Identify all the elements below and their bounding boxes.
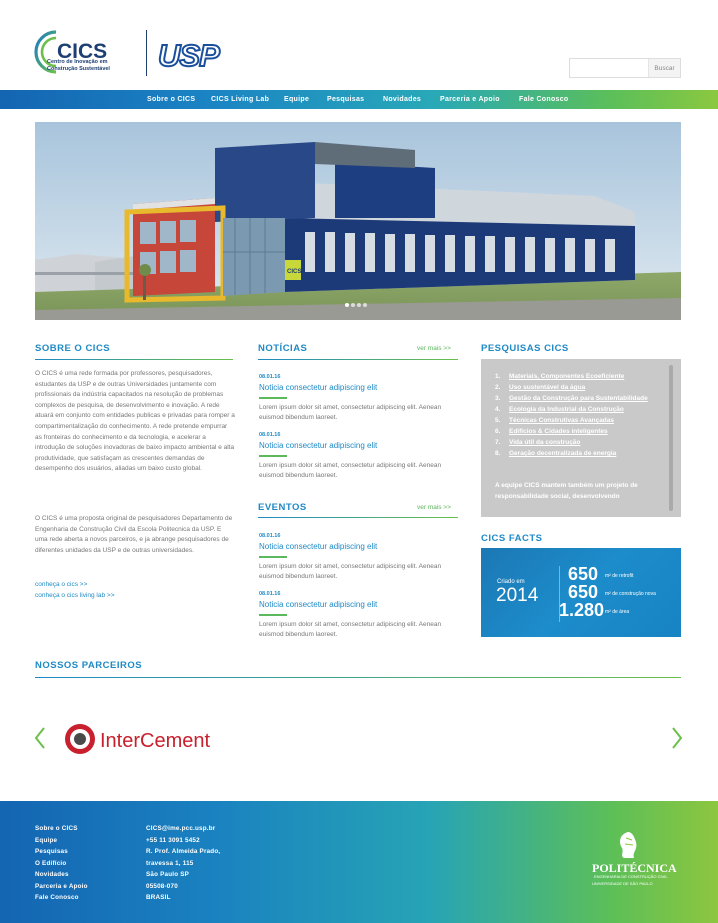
event-date: 08.01.16 bbox=[259, 533, 281, 539]
search-input[interactable] bbox=[570, 59, 648, 77]
footer-address-line: São Paulo SP bbox=[146, 871, 189, 878]
pesquisas-item[interactable]: 2. Uso sustentável da água bbox=[495, 382, 665, 393]
politecnica-logo[interactable]: POLITÉCNICA ENGENHARIA DE CONSTRUÇÃO CIV… bbox=[590, 830, 685, 886]
footer-email-link[interactable]: CICS@ime.pcc.usp.br bbox=[146, 823, 220, 835]
cics-facts-banner: Criado em 2014 650 m² de retrofit 650 m²… bbox=[481, 548, 681, 637]
facts-stat-label: m² de construção nova bbox=[605, 591, 656, 597]
chevron-right-icon[interactable] bbox=[670, 726, 684, 750]
footer-link[interactable]: Pesquisas bbox=[35, 846, 88, 858]
pesquisas-text: A equipe CICS mantem também um projeto d… bbox=[495, 482, 638, 500]
carousel-dot[interactable] bbox=[357, 303, 361, 307]
noticias-ver-mais-link[interactable]: ver mais >> bbox=[417, 345, 451, 352]
eventos-ver-mais-link[interactable]: ver mais >> bbox=[417, 504, 451, 511]
search-box: Buscar bbox=[569, 58, 681, 78]
news-date: 08.01.16 bbox=[259, 374, 281, 380]
pesquisas-item[interactable]: 6. Edifícios & Cidades inteligentes bbox=[495, 426, 665, 437]
conheca-living-lab-link[interactable]: conheça o cics living lab >> bbox=[35, 592, 115, 599]
footer-address-line: BRASIL bbox=[146, 894, 171, 901]
footer-link[interactable]: Novidades bbox=[35, 869, 88, 881]
site-header: CICS Centro de Inovação em Construção Su… bbox=[0, 0, 718, 90]
parceiros-title: NOSSOS PARCEIROS bbox=[35, 660, 143, 671]
pesquisas-box: 1. Materiais, Componentes Ecoeficiente 2.… bbox=[481, 359, 681, 517]
news-divider bbox=[259, 455, 287, 457]
pesquisas-item[interactable]: 5. Técnicas Construtivas Avançadas bbox=[495, 415, 665, 426]
partner-name: InterCement bbox=[100, 730, 210, 752]
news-title-link[interactable]: Noticia consectetur adipiscing elit bbox=[259, 441, 377, 450]
pesquisas-scrollbar[interactable] bbox=[669, 365, 673, 511]
nav-item-fale-conosco[interactable]: Fale Conosco bbox=[519, 90, 569, 109]
event-body: Lorem ipsum dolor sit amet, consectetur … bbox=[259, 563, 442, 580]
chevron-left-icon[interactable] bbox=[33, 726, 47, 750]
footer-contact: CICS@ime.pcc.usp.br +55 11 3091 5452 R. … bbox=[146, 823, 220, 904]
footer-phone: +55 11 3091 5452 bbox=[146, 836, 200, 844]
facts-created-year: 2014 bbox=[496, 585, 539, 606]
parceiros-rule bbox=[35, 677, 681, 678]
carousel-dot[interactable] bbox=[363, 303, 367, 307]
intercement-logo[interactable]: InterCement bbox=[63, 722, 213, 756]
sobre-rule bbox=[35, 359, 233, 360]
carousel-dots bbox=[345, 303, 371, 308]
pesquisas-item[interactable]: 4. Ecologia da Industrial da Construção bbox=[495, 404, 665, 415]
main-nav: Sobre o CICS CICS Living Lab Equipe Pesq… bbox=[0, 90, 718, 109]
footer-link[interactable]: Fale Conosco bbox=[35, 892, 88, 904]
hero-image: CICS bbox=[35, 122, 681, 320]
news-divider bbox=[259, 397, 287, 399]
event-title-link[interactable]: Noticia consectetur adipiscing elit bbox=[259, 542, 377, 551]
conheca-cics-link[interactable]: conheça o cics >> bbox=[35, 581, 87, 588]
logo-tagline: Centro de Inovação em Construção Sustent… bbox=[47, 59, 110, 72]
nav-item-pesquisas[interactable]: Pesquisas bbox=[327, 90, 364, 109]
pesquisas-list: 1. Materiais, Componentes Ecoeficiente 2.… bbox=[495, 371, 665, 459]
nav-item-equipe[interactable]: Equipe bbox=[284, 90, 309, 109]
eventos-rule bbox=[258, 517, 458, 518]
event-body: Lorem ipsum dolor sit amet, consectetur … bbox=[259, 621, 442, 638]
event-title-link[interactable]: Noticia consectetur adipiscing elit bbox=[259, 600, 377, 609]
footer-links: Sobre o CICS Equipe Pesquisas O Edifício… bbox=[35, 823, 88, 904]
footer-link[interactable]: O Edifício bbox=[35, 858, 88, 870]
news-body: Lorem ipsum dolor sit amet, consectetur … bbox=[259, 404, 442, 421]
poli-sub2: UNIVERSIDADE DE SÃO PAULO bbox=[592, 881, 653, 886]
pesquisas-item[interactable]: 7. Vida útil da construção bbox=[495, 437, 665, 448]
footer-link[interactable]: Sobre o CICS bbox=[35, 823, 88, 835]
facts-stat-label: m² de retrofit bbox=[605, 573, 634, 579]
sobre-paragraph-1: O CICS é uma rede formada por professore… bbox=[35, 370, 235, 473]
footer-link[interactable]: Parceria e Apoio bbox=[35, 881, 88, 893]
facts-title: CICS FACTS bbox=[481, 533, 543, 544]
nav-item-living-lab[interactable]: CICS Living Lab bbox=[211, 90, 269, 109]
footer-address-line: travessa 1, 115 bbox=[146, 859, 194, 867]
noticias-rule bbox=[258, 359, 458, 360]
logo-divider bbox=[146, 30, 147, 76]
noticias-title: NOTÍCIAS bbox=[258, 343, 308, 354]
pesquisas-item[interactable]: 1. Materiais, Componentes Ecoeficiente bbox=[495, 371, 665, 382]
facts-stat-label: m² de área bbox=[605, 609, 630, 615]
hero-carousel[interactable]: CICS bbox=[35, 122, 681, 320]
nav-item-novidades[interactable]: Novidades bbox=[383, 90, 421, 109]
news-date: 08.01.16 bbox=[259, 432, 281, 438]
footer-link[interactable]: Equipe bbox=[35, 835, 88, 847]
search-button[interactable]: Buscar bbox=[648, 59, 680, 77]
eventos-title: EVENTOS bbox=[258, 502, 307, 513]
event-date: 08.01.16 bbox=[259, 591, 281, 597]
sobre-paragraph-2: O CICS é uma proposta original de pesqui… bbox=[35, 515, 233, 554]
usp-logo[interactable]: USP bbox=[158, 38, 230, 70]
footer-address-line: R. Prof. Almeida Prado, bbox=[146, 848, 221, 855]
cics-logo[interactable]: CICS bbox=[34, 28, 139, 80]
building-sign: CICS bbox=[287, 269, 301, 275]
news-body: Lorem ipsum dolor sit amet, consectetur … bbox=[259, 462, 442, 479]
footer-address-line: 05508-070 bbox=[146, 882, 178, 890]
carousel-dot[interactable] bbox=[351, 303, 355, 307]
nav-item-parceria[interactable]: Parceria e Apoio bbox=[440, 90, 500, 109]
pesquisas-title: PESQUISAS CICS bbox=[481, 343, 569, 354]
news-title-link[interactable]: Noticia consectetur adipiscing elit bbox=[259, 383, 377, 392]
event-divider bbox=[259, 556, 287, 558]
poli-name: POLITÉCNICA bbox=[592, 861, 677, 875]
facts-stat-value: 1.280 bbox=[559, 600, 605, 620]
pesquisas-item[interactable]: 8. Geração decentralizada de energia bbox=[495, 448, 665, 459]
nav-item-sobre[interactable]: Sobre o CICS bbox=[147, 90, 195, 109]
carousel-dot[interactable] bbox=[345, 303, 349, 307]
pesquisas-item[interactable]: 3. Gestão da Construção para Sustentabili… bbox=[495, 393, 665, 404]
svg-text:USP: USP bbox=[158, 38, 220, 70]
poli-sub1: ENGENHARIA DE CONSTRUÇÃO CIVIL bbox=[594, 874, 668, 879]
sobre-title: SOBRE O CICS bbox=[35, 343, 111, 354]
event-divider bbox=[259, 614, 287, 616]
